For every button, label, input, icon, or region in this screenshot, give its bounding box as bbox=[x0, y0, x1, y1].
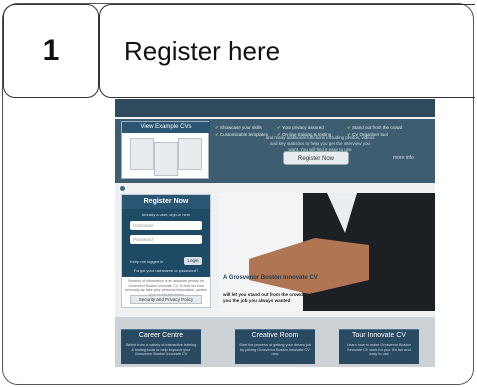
claim-subtitle: will let you stand out from the crowd an… bbox=[223, 292, 332, 303]
cv-thumbnail[interactable] bbox=[178, 138, 202, 170]
feature-item: ✔ Customisable templates bbox=[215, 132, 269, 137]
tile-tour-innovate-cv[interactable]: Tour Innovate CV Learn how to make Grosv… bbox=[339, 329, 419, 364]
tile-career-centre[interactable]: Career Centre Select from a variety of i… bbox=[121, 329, 201, 364]
handshake-image: A Grosvenor Boston Innovate CV will let … bbox=[219, 193, 435, 311]
tile-heading: Tour Innovate CV bbox=[351, 332, 407, 339]
example-cvs-title: View Example CVs bbox=[122, 122, 210, 133]
cv-thumbnail[interactable] bbox=[154, 142, 178, 176]
example-cvs-panel[interactable]: View Example CVs bbox=[121, 121, 210, 179]
feature-item: ✔ Showcase your skills bbox=[215, 125, 262, 130]
tile-heading: Career Centre bbox=[138, 332, 184, 339]
tile-body: Select from a variety of interactive tra… bbox=[125, 343, 197, 357]
carousel-dot[interactable] bbox=[120, 186, 125, 191]
tile-body: Start the process of getting your dream … bbox=[239, 343, 311, 357]
site-header-band bbox=[115, 99, 435, 117]
slide-title: Register here bbox=[99, 4, 475, 98]
tile-body: Learn how to make Grosvenor Boston Innov… bbox=[347, 343, 411, 357]
username-input[interactable]: Username bbox=[130, 221, 202, 230]
register-now-button[interactable]: Register Now bbox=[283, 151, 349, 165]
login-subheading: Already a user, sign-in here bbox=[141, 212, 191, 217]
tile-heading: Creative Room bbox=[251, 332, 299, 339]
feature-item: ✔ Your privacy assured bbox=[277, 125, 324, 130]
password-input[interactable]: Password bbox=[130, 235, 202, 244]
website-screenshot: View Example CVs ✔ Showcase your skills … bbox=[115, 99, 435, 367]
more-info-link[interactable]: more info bbox=[393, 155, 414, 161]
login-button[interactable]: Login bbox=[184, 257, 202, 265]
register-heading: Register Now bbox=[122, 195, 210, 209]
cv-thumbnail[interactable] bbox=[130, 138, 154, 170]
claim-title: A Grosvenor Boston Innovate CV bbox=[223, 275, 318, 281]
tile-creative-room[interactable]: Creative Room Start the process of getti… bbox=[235, 329, 315, 364]
feature-item: ✔ Stand out from the crowd bbox=[347, 125, 403, 130]
register-panel: Register Now Already a user, sign-in her… bbox=[121, 194, 211, 308]
step-number: 1 bbox=[3, 4, 99, 98]
remember-me-checkbox[interactable]: Keep me logged in bbox=[130, 259, 163, 264]
forgot-password-link[interactable]: Forgot your username or password? bbox=[122, 268, 210, 273]
privacy-policy-button[interactable]: Security and Privacy Policy bbox=[130, 295, 202, 304]
login-form: Already a user, sign-in here Username Pa… bbox=[122, 209, 210, 277]
